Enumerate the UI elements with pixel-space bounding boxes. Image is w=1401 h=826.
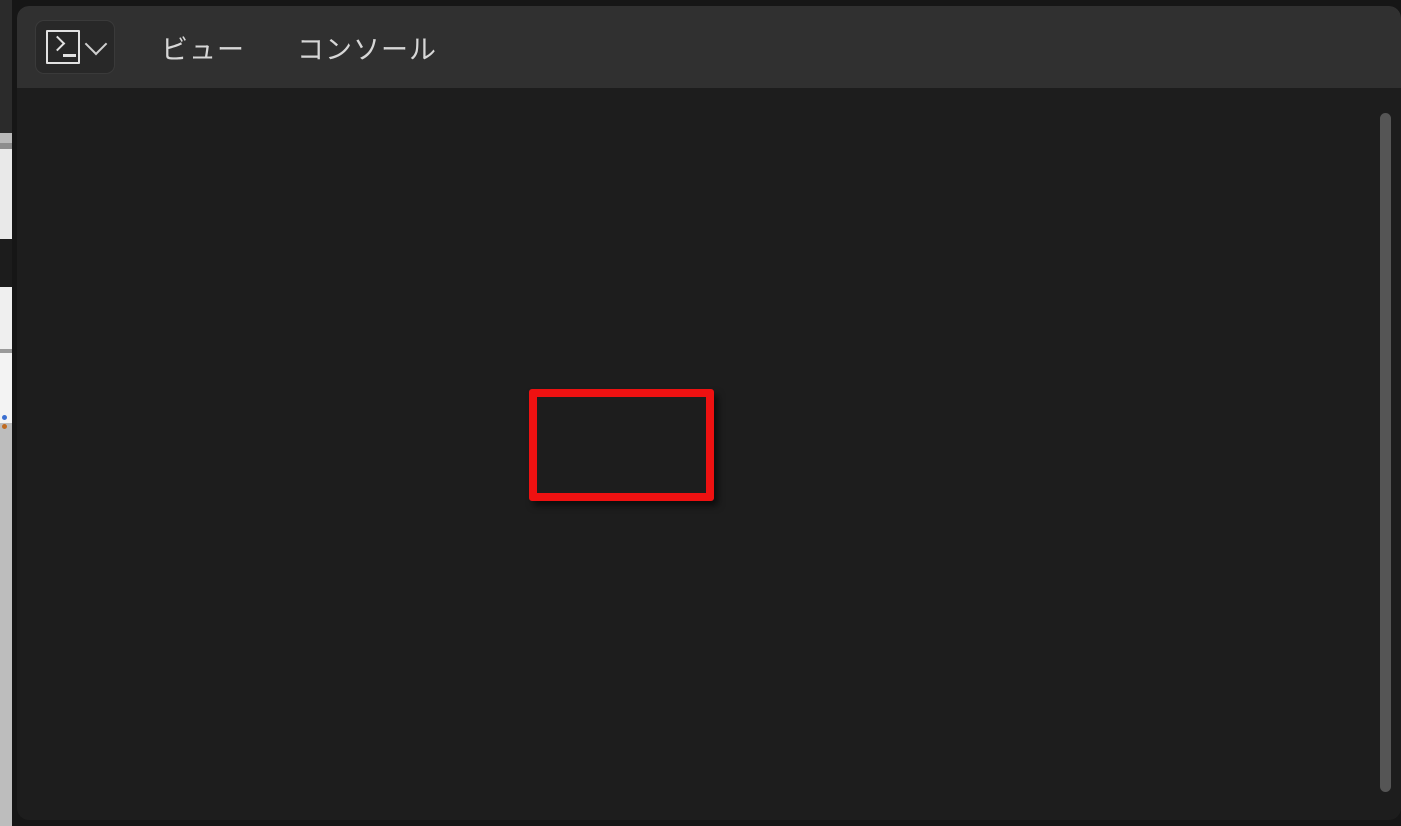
menu-item-view[interactable]: ビュー: [155, 24, 251, 71]
background-window-edge: [0, 0, 12, 826]
console-terminal-icon: [46, 30, 80, 64]
bg-band: [0, 353, 12, 423]
menu-item-console[interactable]: コンソール: [291, 24, 443, 71]
bg-dot: [2, 424, 7, 429]
chevron-down-icon: [84, 32, 108, 56]
editor-header-bar: ビュー コンソール: [17, 6, 1401, 88]
console-output-area[interactable]: PYTHON INTERACTIVE CONSOLE 3.10.8 (main,…: [17, 88, 1401, 820]
bg-band: [0, 0, 12, 133]
python-console-editor: ビュー コンソール PYTHON INTERACTIVE CONSOLE 3.1…: [17, 6, 1401, 820]
bg-band: [0, 287, 12, 349]
vertical-scrollbar-track[interactable]: [1375, 88, 1397, 820]
bg-dot: [2, 415, 7, 420]
blender-console-window: ビュー コンソール PYTHON INTERACTIVE CONSOLE 3.1…: [0, 0, 1401, 826]
console-text-block: PYTHON INTERACTIVE CONSOLE 3.10.8 (main,…: [23, 88, 1375, 820]
bg-band: [0, 149, 12, 239]
editor-type-selector[interactable]: [35, 20, 115, 74]
vertical-scrollbar-thumb[interactable]: [1380, 113, 1391, 792]
bg-band: [0, 239, 12, 287]
editor-menu-bar: ビュー コンソール: [155, 24, 443, 71]
bg-band: [0, 423, 12, 826]
